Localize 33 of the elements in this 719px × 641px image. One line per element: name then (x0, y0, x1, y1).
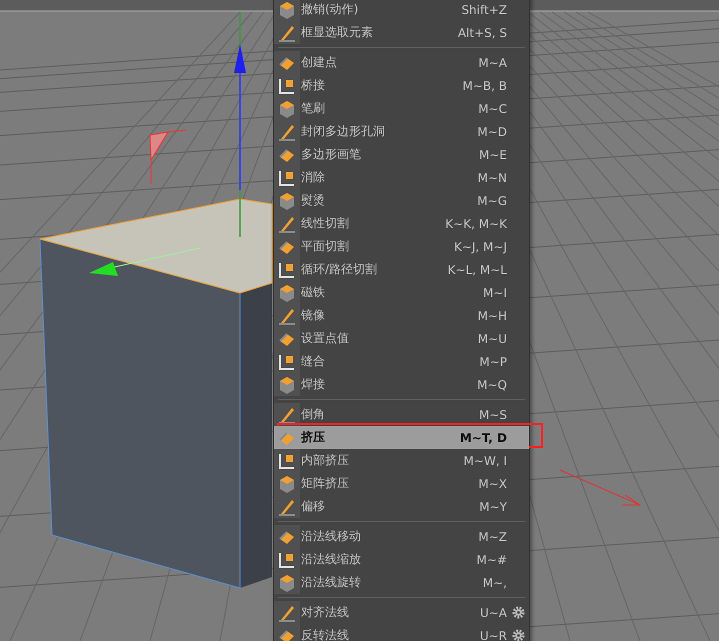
polygon-icon (279, 240, 294, 254)
tool-icon (279, 124, 295, 140)
polygon-icon (279, 56, 294, 70)
polygon-icon (279, 630, 294, 641)
tool-icon (279, 606, 295, 622)
cube-icon (280, 476, 294, 492)
axis-icon (279, 78, 294, 94)
axis-icon (279, 552, 294, 568)
tool-icon (279, 408, 295, 424)
cube-icon (280, 376, 294, 394)
cube-icon (280, 2, 294, 18)
vertical-axis-arrow[interactable] (234, 12, 246, 237)
axis-icon (279, 170, 294, 186)
axis-icon (279, 454, 294, 468)
axis-icon (279, 262, 294, 278)
axis-gizmo (149, 130, 186, 184)
polygon-icon (279, 332, 294, 346)
polygon-icon (279, 148, 294, 162)
cube-icon (280, 100, 294, 118)
cube-icon (280, 192, 294, 210)
tool-icon (279, 308, 295, 324)
tool-icon (279, 216, 295, 232)
cube-icon (280, 284, 294, 302)
settings-icon[interactable] (512, 629, 525, 641)
polygon-icon (279, 432, 294, 444)
menu-item[interactable]: 挤压 M~T, D (274, 426, 529, 449)
horizontal-axis-arrow[interactable] (89, 248, 200, 276)
cube-icon (280, 574, 294, 592)
tool-icon (279, 500, 295, 516)
tool-icon (279, 26, 295, 42)
polygon-icon (279, 530, 294, 544)
axis-icon (279, 354, 294, 370)
settings-icon[interactable] (512, 606, 525, 619)
